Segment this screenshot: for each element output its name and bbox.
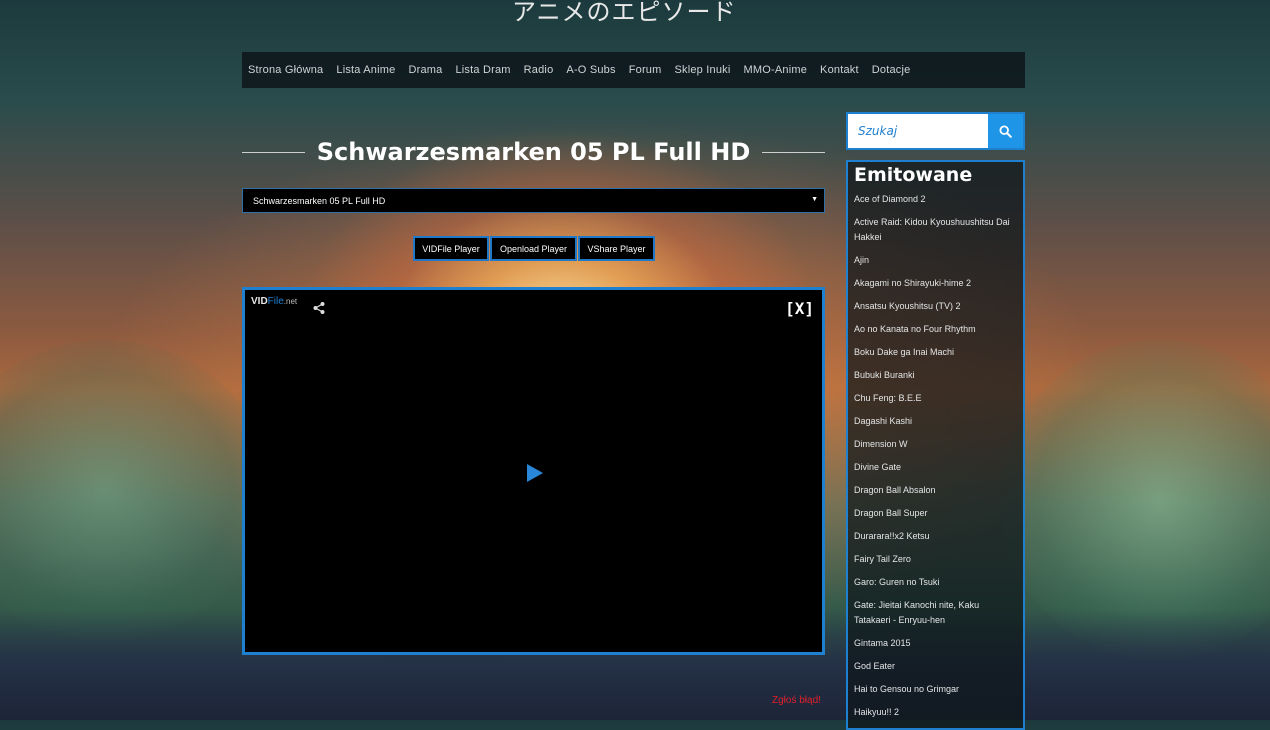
sidebar-list: Ace of Diamond 2 Active Raid: Kidou Kyou… xyxy=(848,188,1023,724)
sidebar-item[interactable]: God Eater xyxy=(854,655,1017,678)
title-divider-left xyxy=(242,151,305,153)
nav-item-mmo-anime[interactable]: MMO-Anime xyxy=(744,64,808,76)
sidebar-item[interactable]: Active Raid: Kidou Kyoushuushitsu Dai Ha… xyxy=(854,211,1017,249)
player-button-openload[interactable]: Openload Player xyxy=(490,236,577,261)
sidebar-item[interactable]: Dragon Ball Super xyxy=(854,502,1017,525)
page-title-row: Schwarzesmarken 05 PL Full HD xyxy=(242,136,825,168)
nav-item-ao-subs[interactable]: A-O Subs xyxy=(566,64,615,76)
sidebar-item[interactable]: Haikyuu!! 2 xyxy=(854,701,1017,724)
main-nav: Strona Główna Lista Anime Drama Lista Dr… xyxy=(242,52,1025,88)
nav-item-anime-list[interactable]: Lista Anime xyxy=(336,64,395,76)
player-logo-suffix: .net xyxy=(283,297,298,306)
nav-item-drama-list[interactable]: Lista Dram xyxy=(455,64,510,76)
sidebar-title: Emitowane xyxy=(854,164,973,186)
sidebar-item[interactable]: Dimension W xyxy=(854,433,1017,456)
page-title: Schwarzesmarken 05 PL Full HD xyxy=(316,138,751,166)
background-cloud-left xyxy=(0,340,270,640)
sidebar-item[interactable]: Chu Feng: B.E.E xyxy=(854,387,1017,410)
sidebar-item[interactable]: Gintama 2015 xyxy=(854,632,1017,655)
nav-item-shop[interactable]: Sklep Inuki xyxy=(674,64,730,76)
sidebar-item[interactable]: Hai to Gensou no Grimgar xyxy=(854,678,1017,701)
share-icon[interactable] xyxy=(312,301,326,315)
episode-select[interactable]: Schwarzesmarken 05 PL Full HD ▼ xyxy=(242,188,825,213)
player-button-vidfile[interactable]: VIDFile Player xyxy=(413,236,489,261)
search-button[interactable] xyxy=(988,114,1023,148)
episode-select-value: Schwarzesmarken 05 PL Full HD xyxy=(253,195,386,206)
player-tabs: VIDFile Player Openload Player VShare Pl… xyxy=(413,236,656,261)
close-icon[interactable]: [X] xyxy=(785,299,814,318)
search-input[interactable] xyxy=(848,114,988,148)
play-icon[interactable] xyxy=(525,462,545,484)
sidebar-airing: Emitowane Ace of Diamond 2 Active Raid: … xyxy=(846,160,1025,730)
sidebar-item[interactable]: Divine Gate xyxy=(854,456,1017,479)
search-box xyxy=(846,112,1025,150)
player-logo-main: VID xyxy=(251,296,268,307)
sidebar-item[interactable]: Gate: Jieitai Kanochi nite, Kaku Tatakae… xyxy=(854,594,1017,632)
site-title: アニメのエピソード xyxy=(512,0,737,26)
sidebar-item[interactable]: Ace of Diamond 2 xyxy=(854,188,1017,211)
video-player[interactable]: VIDFile.net [X] xyxy=(242,287,825,655)
sidebar-item[interactable]: Boku Dake ga Inai Machi xyxy=(854,341,1017,364)
sidebar-item[interactable]: Akagami no Shirayuki-hime 2 xyxy=(854,272,1017,295)
sidebar-item[interactable]: Dragon Ball Absalon xyxy=(854,479,1017,502)
sidebar-item[interactable]: Ansatsu Kyoushitsu (TV) 2 xyxy=(854,295,1017,318)
player-logo-accent: File xyxy=(267,296,284,307)
sidebar-item[interactable]: Bubuki Buranki xyxy=(854,364,1017,387)
sidebar-item[interactable]: Dagashi Kashi xyxy=(854,410,1017,433)
sidebar-item[interactable]: Ajin xyxy=(854,249,1017,272)
title-divider-right xyxy=(762,151,825,153)
report-error-link[interactable]: Zgłoś błąd! xyxy=(772,695,821,706)
nav-item-drama[interactable]: Drama xyxy=(408,64,442,76)
chevron-down-icon: ▼ xyxy=(811,196,818,203)
nav-item-forum[interactable]: Forum xyxy=(629,64,662,76)
player-button-vshare[interactable]: VShare Player xyxy=(578,236,655,261)
nav-item-home[interactable]: Strona Główna xyxy=(248,64,323,76)
sidebar-item[interactable]: Durarara!!x2 Ketsu xyxy=(854,525,1017,548)
player-logo: VIDFile.net xyxy=(251,296,297,307)
nav-item-contact[interactable]: Kontakt xyxy=(820,64,859,76)
sidebar-item[interactable]: Ao no Kanata no Four Rhythm xyxy=(854,318,1017,341)
nav-item-donations[interactable]: Dotacje xyxy=(872,64,911,76)
sidebar-item[interactable]: Garo: Guren no Tsuki xyxy=(854,571,1017,594)
search-icon xyxy=(999,124,1012,138)
sidebar-item[interactable]: Fairy Tail Zero xyxy=(854,548,1017,571)
nav-item-radio[interactable]: Radio xyxy=(524,64,554,76)
